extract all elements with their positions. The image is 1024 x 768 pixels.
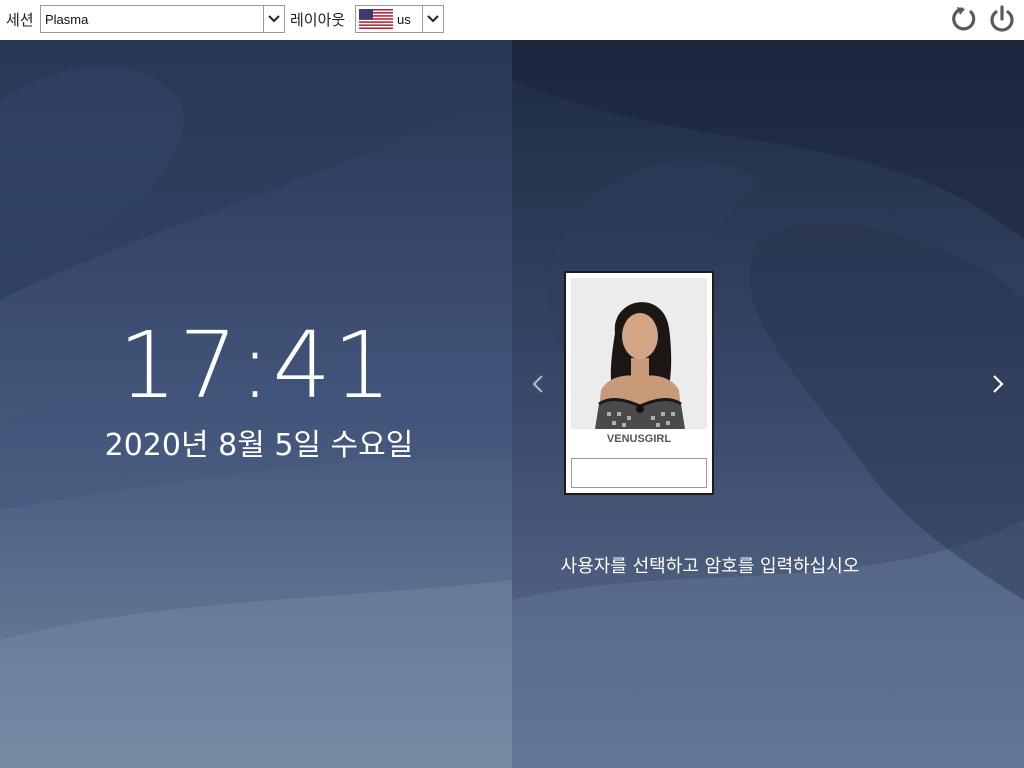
user-avatar (571, 278, 707, 429)
layout-label: 레이아웃 (290, 11, 346, 29)
top-bar: 세션 Plasma 레이아웃 us (0, 0, 1024, 40)
session-select[interactable]: Plasma (40, 5, 285, 33)
chevron-down-icon[interactable] (422, 6, 443, 32)
previous-user-button[interactable] (528, 372, 550, 396)
password-input[interactable] (571, 458, 707, 488)
session-select-value: Plasma (45, 12, 89, 27)
user-card[interactable]: VENUSGIRL (564, 271, 714, 495)
login-screen: 세션 Plasma 레이아웃 us 17:41 2020년 8월 5일 수요일 … (0, 0, 1024, 768)
chevron-down-icon[interactable] (263, 6, 284, 32)
clock-date: 2020년 8월 5일 수요일 (104, 428, 414, 463)
power-icon[interactable] (987, 4, 1017, 34)
reboot-icon[interactable] (949, 4, 979, 34)
login-prompt: 사용자를 선택하고 암호를 입력하십시오 (560, 556, 860, 577)
user-name: VENUSGIRL (606, 433, 672, 445)
us-flag-icon (359, 9, 393, 29)
next-user-button[interactable] (987, 372, 1009, 396)
layout-select[interactable]: us (355, 5, 444, 33)
clock-time: 17:41 (118, 312, 394, 419)
session-label: 세션 (6, 11, 34, 29)
layout-select-value: us (397, 12, 411, 27)
